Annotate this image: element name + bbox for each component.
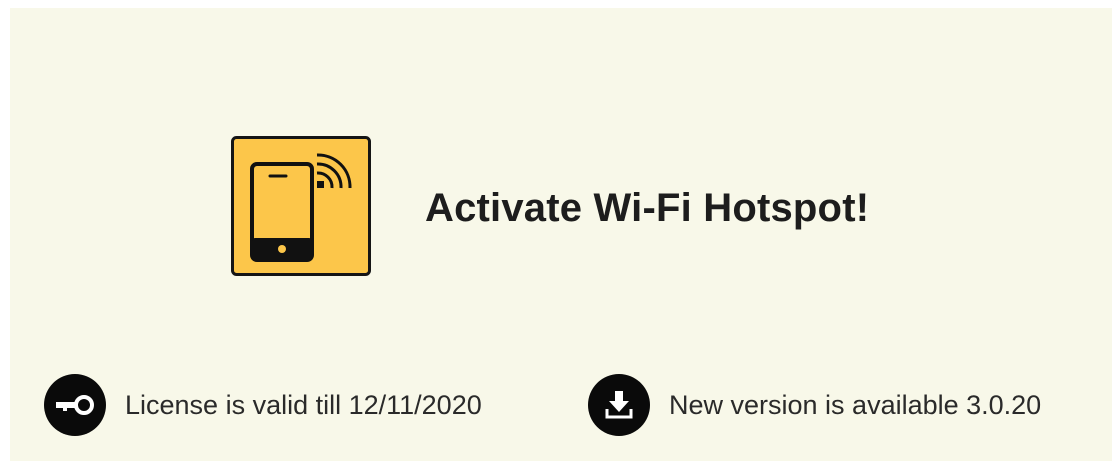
hotspot-screen: Activate Wi-Fi Hotspot! License is valid… (10, 8, 1112, 461)
phone-wifi-icon[interactable] (231, 136, 371, 276)
key-icon (44, 374, 106, 436)
license-status[interactable]: License is valid till 12/11/2020 (44, 374, 482, 436)
activate-hotspot-title[interactable]: Activate Wi-Fi Hotspot! (425, 186, 869, 231)
license-text: License is valid till 12/11/2020 (125, 389, 482, 420)
update-status[interactable]: New version is available 3.0.20 (588, 374, 1041, 436)
update-text: New version is available 3.0.20 (669, 389, 1042, 420)
download-icon (588, 374, 650, 436)
